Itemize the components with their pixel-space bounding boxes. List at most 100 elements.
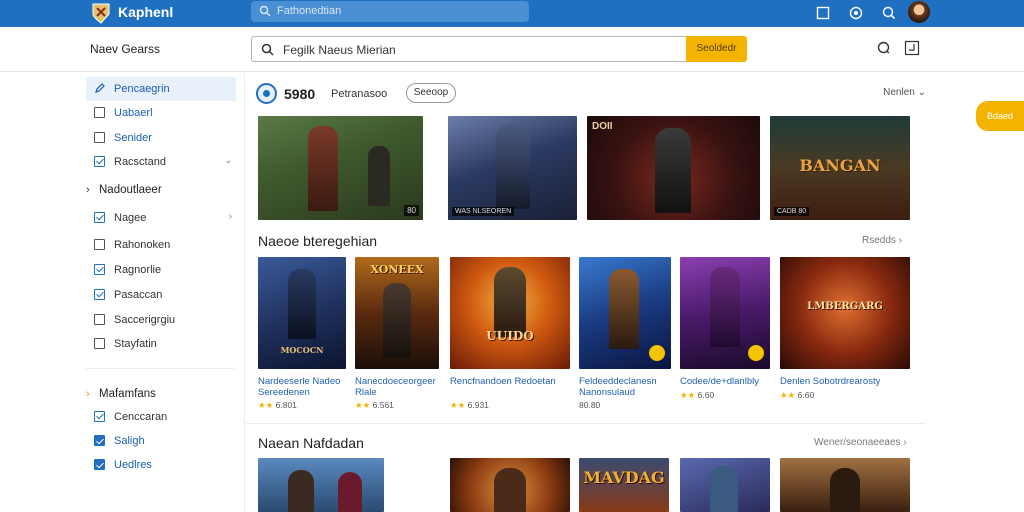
sidebar-item-label: Ragnorlie	[114, 264, 162, 276]
game-rating: ★★ 6.60	[780, 390, 814, 401]
top-search-placeholder: Fathonedtian	[277, 5, 342, 17]
card-tag: 80	[404, 205, 419, 216]
game-cover[interactable]: LMBERGARG	[780, 257, 910, 369]
sidebar-item-label: Saccerigrgiu	[114, 314, 176, 326]
hero-figure	[338, 472, 362, 512]
featured-card[interactable]: DOII	[587, 116, 760, 220]
notifications-icon[interactable]	[876, 40, 892, 56]
star-icon: ★★	[780, 390, 796, 400]
rating-value: 6.60	[697, 390, 715, 400]
sidebar-item-saligh[interactable]: Saligh	[86, 429, 236, 453]
sidebar-item-pencaegrin[interactable]: Pencaegrin	[86, 77, 236, 101]
sidebar-group-nadoutlaeer[interactable]: › Nadoutlaeer	[86, 179, 236, 201]
sidebar-item-senider[interactable]: Senider	[86, 126, 236, 150]
checkbox-icon[interactable]	[94, 239, 105, 250]
user-avatar[interactable]	[908, 1, 930, 23]
card-cover-title: MOCOCN	[280, 345, 324, 355]
checkbox-icon[interactable]	[94, 411, 105, 422]
game-cover[interactable]: XONEEX	[355, 257, 439, 369]
section-link[interactable]: Rsedds ›	[862, 235, 902, 246]
window-icon[interactable]	[815, 5, 831, 21]
game-cover[interactable]: MOCOCN	[258, 257, 346, 369]
search-value: Fegilk Naeus Mierian	[283, 43, 396, 57]
sort-dropdown[interactable]: Nenlen ⌄	[883, 87, 926, 98]
sidebar-item-racsctand[interactable]: Racsctand ⌄	[86, 150, 236, 174]
hero-figure	[494, 468, 526, 512]
logo-shield-icon[interactable]	[90, 2, 112, 24]
sidebar-group-label: Nadoutlaeer	[99, 184, 162, 196]
chevron-down-icon[interactable]: ⌄	[224, 155, 232, 166]
game-cover[interactable]: UUIDO	[450, 257, 570, 369]
game-cover[interactable]	[258, 458, 384, 512]
game-cover[interactable]	[579, 257, 671, 369]
pencil-icon	[95, 83, 105, 93]
globe-icon[interactable]	[848, 5, 864, 21]
card-cover-title: BANGAN	[799, 156, 881, 175]
featured-card[interactable]: BANGAN CADB 80	[770, 116, 910, 220]
game-title[interactable]: Rencfnandoen Redoetan	[450, 376, 570, 387]
results-icon	[256, 83, 277, 104]
checkbox-icon[interactable]	[94, 212, 105, 223]
sidebar-item-label: Nagee	[114, 212, 147, 224]
game-title[interactable]: Nanecdoeceorgeer Rlale	[355, 376, 443, 398]
main-search-input[interactable]: Fegilk Naeus Mierian	[251, 36, 687, 62]
checkbox-icon[interactable]	[94, 132, 105, 143]
checkbox-icon[interactable]	[94, 435, 105, 446]
chevron-right-icon[interactable]: ›	[229, 211, 232, 221]
game-title[interactable]: Denlen Sobotrdrearosty	[780, 376, 910, 387]
game-title[interactable]: Codee/de+dlanlbly	[680, 376, 775, 387]
checkbox-icon[interactable]	[94, 264, 105, 275]
sidebar-item-stayfatin[interactable]: Stayfatin	[86, 332, 236, 356]
sidebar: Pencaegrin Uabaerl Senider Racsctand ⌄ ›…	[0, 73, 245, 512]
sidebar-item-saccerigrgiu[interactable]: Saccerigrgiu	[86, 308, 236, 332]
chevron-right-icon: ›	[898, 235, 903, 246]
featured-card[interactable]: 80	[258, 116, 423, 220]
sidebar-item-pasaccan[interactable]: Pasaccan	[86, 283, 236, 307]
checkbox-icon[interactable]	[94, 314, 105, 325]
sidebar-item-nagee[interactable]: Nagee ›	[86, 206, 236, 230]
section-link[interactable]: Wener/seonaeeaes ›	[814, 437, 907, 448]
card-tag: WAS NLSEOREN	[452, 207, 515, 216]
help-icon[interactable]	[881, 5, 897, 21]
sidebar-divider	[86, 368, 234, 369]
floating-action-button[interactable]: Bdaed	[976, 101, 1024, 131]
game-cover[interactable]: MAVDAG	[579, 458, 669, 512]
checkbox-icon[interactable]	[94, 156, 105, 167]
checkbox-icon[interactable]	[94, 107, 105, 118]
star-icon: ★★	[258, 400, 274, 410]
sidebar-item-uabaerl[interactable]: Uabaerl	[86, 101, 236, 125]
expand-icon[interactable]	[904, 40, 920, 56]
game-cover[interactable]	[680, 257, 770, 369]
app-title[interactable]: Kaphenl	[118, 4, 173, 20]
chevron-right-icon: ›	[903, 437, 907, 448]
hero-figure	[383, 283, 411, 358]
search-button[interactable]: Seoldedr	[686, 36, 747, 62]
sidebar-item-cenccaran[interactable]: Cenccaran	[86, 405, 236, 429]
top-search-bar[interactable]: Fathonedtian	[251, 1, 529, 22]
results-label: Petranasoo	[331, 88, 388, 100]
hero-figure	[710, 267, 740, 347]
sidebar-item-uedlres[interactable]: Uedlres	[86, 453, 236, 477]
hero-figure	[494, 267, 526, 337]
chevron-down-icon: ⌄	[917, 87, 926, 98]
filter-pill[interactable]: Seeoop	[406, 83, 456, 103]
rating-value: 6.931	[467, 400, 489, 410]
game-cover[interactable]	[780, 458, 910, 512]
checkbox-icon[interactable]	[94, 289, 105, 300]
sidebar-item-rahonoken[interactable]: Rahonoken	[86, 233, 236, 257]
section-link-label: Wener/seonaeeaes	[814, 437, 901, 448]
sidebar-group-mafamfans[interactable]: › Mafamfans	[86, 383, 236, 405]
game-cover[interactable]	[680, 458, 770, 512]
game-title[interactable]: Nardeeserle Nadeo Sereedenen	[258, 376, 368, 398]
game-cover[interactable]	[450, 458, 570, 512]
hero-figure	[710, 466, 738, 512]
featured-card[interactable]: WAS NLSEOREN	[448, 116, 577, 220]
sort-label: Nenlen	[883, 87, 915, 98]
hero-figure	[368, 146, 390, 206]
card-cover-title: LMBERGARG	[807, 301, 883, 312]
checkbox-icon[interactable]	[94, 459, 105, 470]
checkbox-icon[interactable]	[94, 338, 105, 349]
sidebar-item-ragnorlie[interactable]: Ragnorlie	[86, 258, 236, 282]
game-title[interactable]: Feldeeddeclanesn Nanonsulaud	[579, 376, 671, 398]
hero-figure	[308, 126, 338, 211]
